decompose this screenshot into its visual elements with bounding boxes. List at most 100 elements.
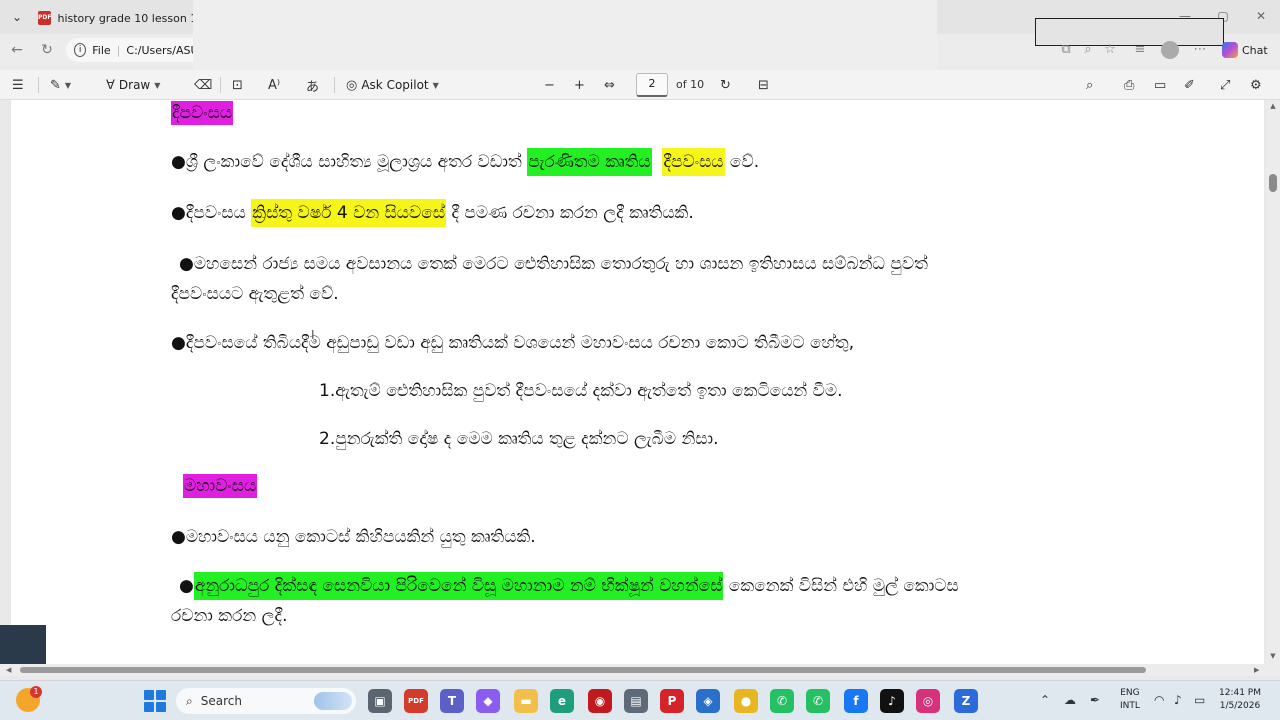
read-aloud-icon[interactable]: ⧉ [1056,40,1076,60]
paragraph-line: ●දීපවංසයේ තිබියදීම අඩුපාඩු වඩා අඩු කෘතිය… [171,333,855,353]
horizontal-scrollbar[interactable]: ◀ ▶ [0,664,1280,676]
language-indicator[interactable]: ENG INTL [1120,687,1140,713]
erase-tool[interactable]: ⌫ [194,75,212,95]
contents-button[interactable]: ☰ [12,75,24,95]
horizontal-scroll-thumb[interactable] [20,667,1146,673]
pen-tray-icon[interactable]: ✒ [1090,693,1100,707]
read-aloud-icon: A⁾ [268,77,281,93]
battery-icon[interactable]: ▭ [1194,693,1205,707]
wifi-icon[interactable]: ◠ [1154,693,1164,707]
pinterest-icon[interactable]: P [660,689,684,713]
pdf-page: දීපවංසය ●ශ්‍රී ලංකාවේ දේශීය සාහිත්‍ය මූල… [11,100,1264,664]
rotate-button[interactable]: ↻ [720,75,731,95]
show-hidden-icons-chevron-icon[interactable]: ⌃ [1040,693,1050,707]
edge-icon[interactable]: e [550,689,574,713]
app-icon[interactable]: ◉ [588,689,612,713]
copilot-app-icon[interactable]: ◆ [476,689,500,713]
paragraph-line: ●මහසෙන් රාජ්‍ය සමය අවසානය තෙක් මෙරට ඓතිහ… [179,254,928,274]
start-button[interactable] [144,690,166,712]
eraser-icon: ⌫ [194,77,213,93]
text-span: ●දීපවංසය [171,203,252,223]
pdf-app-icon[interactable]: PDF [404,689,428,713]
text-span: වේ. [724,152,760,172]
save-button[interactable]: ▭ [1154,75,1166,95]
scroll-right-icon[interactable]: ▶ [1254,664,1259,676]
url-scheme-label: File [92,43,111,57]
copilot-chat-button[interactable]: Chat [1222,39,1268,61]
facebook-icon[interactable]: f [844,689,868,713]
cloud-sync-icon[interactable]: ☁ [1064,693,1076,707]
tiktok-icon[interactable]: ♪ [880,689,904,713]
highlight-yellow: දීපවංසය [662,148,725,176]
paragraph-line: දීපවංසයට ඇතුළත් වේ. [171,284,339,304]
highlight-green: පැරණිතම කෘතිය [527,148,652,176]
lang-line: ENG [1120,688,1140,698]
divider [38,77,39,93]
settings-button[interactable]: ⚙ [1250,75,1262,95]
scroll-up-icon[interactable]: ▲ [1268,102,1278,110]
scroll-down-icon[interactable]: ▼ [1268,652,1278,660]
rotate-icon: ↻ [720,77,731,93]
gear-icon: ⚙ [1250,77,1262,93]
zoom-in-button[interactable]: + [574,75,585,95]
page-total: of 10 [676,78,705,91]
edit-icon: ✐ [1184,77,1195,93]
heading-dipavamsa: දීපවංසය [171,101,234,125]
chrome-icon[interactable]: ● [734,689,758,713]
draw-tool[interactable]: ∀ Draw ▼ [106,75,160,95]
reason-item: 1.ඇතැම් ඓතිහාසික පුවත් දීපවංසයේ දක්වා ඇත… [319,381,843,401]
favorite-star-icon[interactable]: ☆ [1100,40,1120,60]
vertical-scroll-thumb[interactable] [1269,174,1277,192]
whatsapp-business-icon[interactable]: ✆ [806,689,830,713]
read-aloud-tool[interactable]: A⁾ [268,75,280,95]
lang-line: INTL [1120,701,1140,711]
translate-tool[interactable]: あ [306,75,319,95]
taskbar: 1 ⌕ Search ▣ PDF T ◆ ▬ e ◉ ▤ P ◈ ● ✆ ✆ f… [0,680,1280,720]
minus-icon: − [544,77,555,93]
profile-avatar[interactable] [1161,41,1179,59]
text-cursor-icon: I [311,328,315,342]
add-text-tool[interactable]: ⊡ [232,75,243,95]
refresh-icon[interactable]: ↻ [36,40,58,60]
task-view-icon[interactable]: ▣ [368,689,392,713]
zoom-icon[interactable]: Z [954,689,978,713]
file-explorer-icon[interactable]: ▬ [514,689,538,713]
teams-icon[interactable]: T [440,689,464,713]
chat-label: Chat [1242,43,1268,57]
save-as-button[interactable]: ✐ [1184,75,1195,95]
zoom-out-button[interactable]: − [544,75,555,95]
divider [334,77,335,93]
scroll-left-icon[interactable]: ◀ [6,664,11,676]
volume-icon[interactable]: ♪ [1174,693,1182,707]
ask-copilot-button[interactable]: ◎ Ask Copilot ▼ [346,75,439,95]
close-button[interactable]: ✕ [1242,4,1280,28]
page-view-button[interactable]: ⊟ [758,75,769,95]
zoom-icon[interactable]: ⌕ [1078,40,1098,60]
info-icon: i [74,43,87,57]
search-button[interactable]: ⌕ [1086,75,1093,95]
more-options-icon[interactable]: ⋯ [1190,40,1210,60]
notification-badge: 1 [30,686,42,698]
back-arrow-icon[interactable]: ← [6,40,28,60]
page-number-input[interactable]: 2 [636,73,668,97]
fullscreen-button[interactable]: ⤢ [1220,75,1230,95]
security-shield-icon[interactable]: ◈ [696,689,720,713]
system-clock[interactable]: 12:41 PM 1/5/2026 [1218,687,1262,713]
instagram-icon[interactable]: ◎ [916,689,940,713]
tab-actions-chevron-icon[interactable]: ⌄ [8,8,26,26]
expand-icon: ⤢ [1220,77,1231,93]
pdf-file-icon: PDF [38,11,52,25]
highlight-tool[interactable]: ✎ ▼ [50,75,71,95]
redacted-region [193,0,937,72]
print-button[interactable]: ⎙ [1124,75,1134,95]
text-span: කෙනෙක් විසින් එහි මුල් කොටස [723,576,959,596]
favorites-list-icon[interactable]: ≡ [1130,40,1150,60]
store-icon[interactable]: ▤ [624,689,648,713]
vertical-scrollbar[interactable]: ▲ ▼ [1266,100,1280,664]
document-viewport[interactable]: දීපවංසය ●ශ්‍රී ලංකාවේ දේශීය සාහිත්‍ය මූල… [0,100,1280,664]
taskbar-search[interactable]: ⌕ Search [176,688,356,714]
video-overlay-thumbnail [0,625,46,664]
fit-page-button[interactable]: ⇔ [604,75,615,95]
tab-pdf[interactable]: PDF history grade 10 lesson 1.pdf [32,4,219,32]
whatsapp-icon[interactable]: ✆ [770,689,794,713]
